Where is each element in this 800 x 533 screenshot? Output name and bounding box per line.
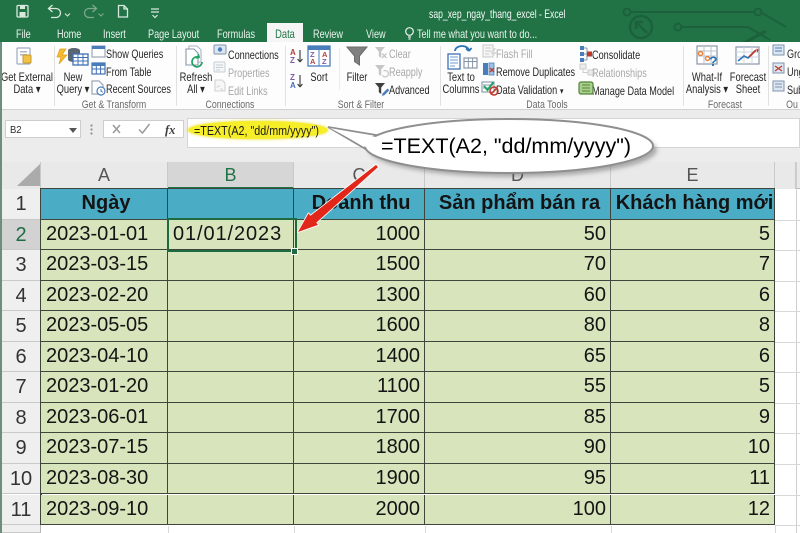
svg-text:=TEXT(A2, "dd/mm/yyyy"): =TEXT(A2, "dd/mm/yyyy") bbox=[381, 134, 631, 158]
